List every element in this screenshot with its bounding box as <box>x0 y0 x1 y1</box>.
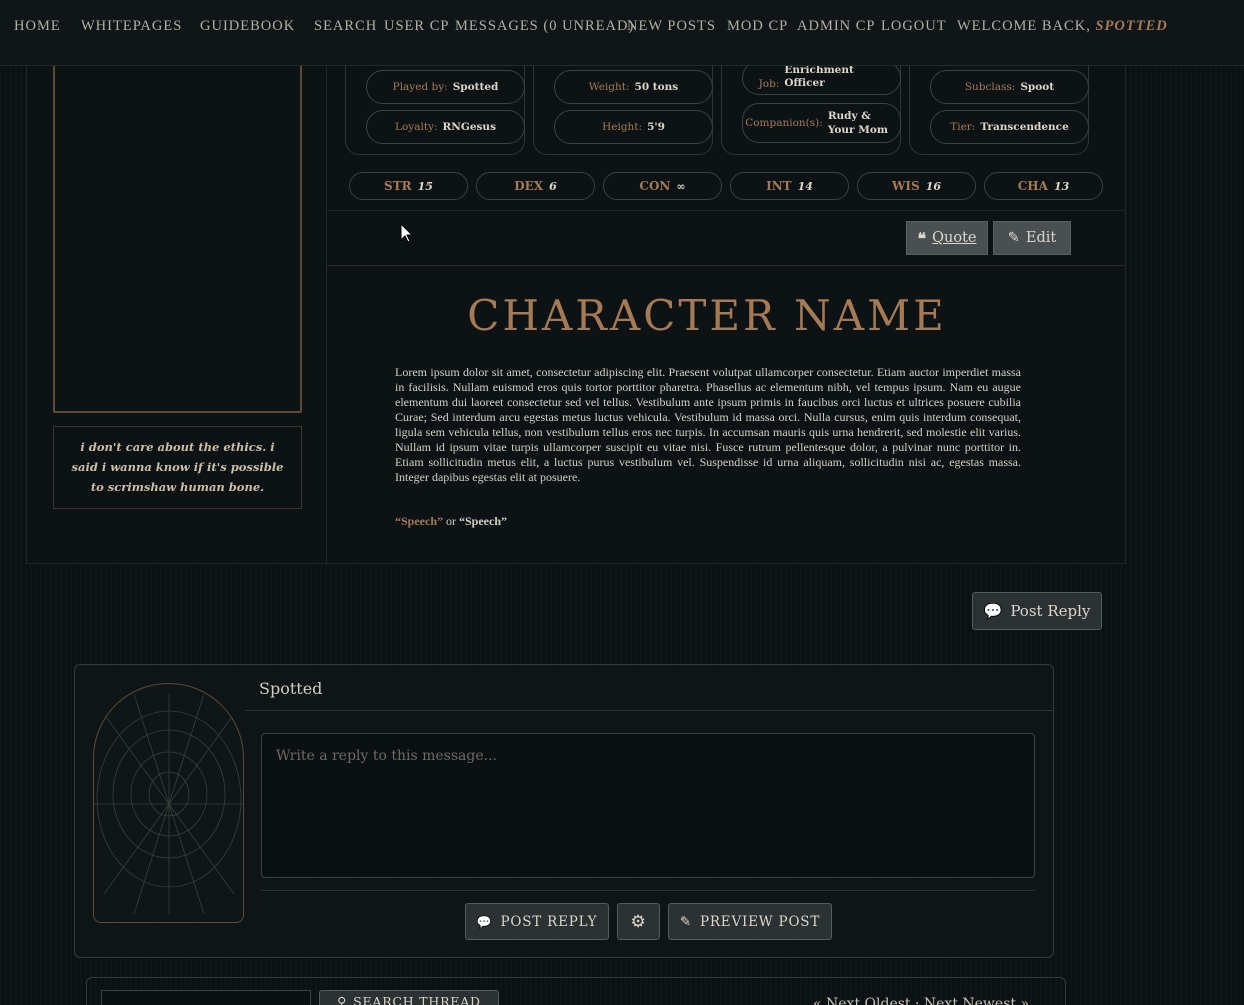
ability-name: WIS <box>891 179 920 193</box>
stat-value: Rudy & Your Mom <box>827 110 888 136</box>
nav-home[interactable]: Home <box>14 18 61 35</box>
ability-value: 6 <box>549 179 557 193</box>
nav-guidebook[interactable]: Guidebook <box>200 18 295 35</box>
welcome-label: Welcome back, <box>957 18 1091 34</box>
post-content-column: Played by: Spotted Loyalty: RNGesus Weight… <box>327 41 1125 565</box>
ability-con: CON ∞ <box>603 172 722 200</box>
speech-sample-2: “Speech” <box>459 514 507 528</box>
ability-dex: DEX 6 <box>476 172 595 200</box>
preview-post-label: Preview Post <box>699 913 821 930</box>
stat-value: Spotted <box>452 81 499 93</box>
stat-value: Transcendence <box>980 121 1069 133</box>
post-toolbar: ❝ Quote ✎ Edit <box>327 210 1125 266</box>
stat-value: RNGesus <box>442 121 496 133</box>
stat-subclass: Subclass: Spoot <box>930 70 1089 104</box>
pencil-icon: ✎ <box>679 913 692 930</box>
reply-textarea[interactable]: Write a reply to this message... <box>261 733 1035 878</box>
pencil-icon: ✎ <box>1007 230 1020 246</box>
stat-value: 5'9 <box>647 121 665 133</box>
ability-name: INT <box>766 179 792 193</box>
stat-loyalty: Loyalty: RNGesus <box>366 110 525 144</box>
speech-sample: “Speech” or “Speech” <box>395 514 507 529</box>
post-reply-submit-button[interactable]: 💬 Post Reply <box>465 903 609 940</box>
nav-user-cp[interactable]: User CP <box>384 18 449 35</box>
quick-reply-box: Spotted Write a reply to this message...… <box>74 664 1054 958</box>
post-reply-button[interactable]: 💬 Post Reply <box>972 592 1102 630</box>
post-body-text: Lorem ipsum dolor sit amet, consectetur … <box>395 365 1021 484</box>
speech-bubble-icon: 💬 <box>476 914 493 929</box>
gear-icon: ⚙ <box>630 911 647 932</box>
nav-mod-cp[interactable]: Mod CP <box>727 18 788 35</box>
nav-messages[interactable]: Messages (0 Unread) <box>455 18 634 35</box>
thread-pager[interactable]: « Next Oldest · Next Newest » <box>813 996 1029 1005</box>
welcome-text: Welcome back, Spotted <box>957 18 1168 35</box>
post-reply-submit-label: Post Reply <box>500 913 598 930</box>
nav-logout[interactable]: Logout <box>881 18 947 35</box>
speech-or: or <box>443 514 459 528</box>
stat-value: Spoot <box>1020 81 1055 93</box>
edit-button[interactable]: ✎ Edit <box>993 221 1071 255</box>
nav-new-posts[interactable]: New Posts <box>627 18 716 35</box>
stat-weight: Weight: 50 tons <box>554 70 713 104</box>
spiderweb-icon <box>94 693 243 915</box>
stat-label: Played by: <box>392 81 448 93</box>
stat-label: Weight: <box>588 81 630 93</box>
ability-wis: WIS 16 <box>857 172 976 200</box>
thread-search-input[interactable] <box>101 990 311 1005</box>
stat-job: Job:Setting Enrichment Officer <box>742 61 901 95</box>
character-quote: i don't care about the ethics. i said i … <box>53 426 302 509</box>
divider <box>245 710 1053 711</box>
search-icon: ⚲ <box>337 993 348 1005</box>
stat-label: Job: <box>758 78 780 90</box>
character-portrait-frame <box>53 47 302 413</box>
divider <box>261 890 1035 891</box>
top-navbar: Home Whitepages Guidebook Search User CP… <box>0 0 1244 66</box>
ability-str: STR 15 <box>349 172 468 200</box>
stat-label: Subclass: <box>964 81 1016 93</box>
stat-played-by: Played by: Spotted <box>366 70 525 104</box>
ability-value: ∞ <box>676 179 686 193</box>
nav-search[interactable]: Search <box>314 18 377 35</box>
welcome-username[interactable]: Spotted <box>1095 18 1167 34</box>
quote-button-label: Quote <box>932 230 977 246</box>
quote-button[interactable]: ❝ Quote <box>906 221 988 255</box>
stat-companions: Companion(s): Rudy & Your Mom <box>742 103 901 143</box>
ability-cha: CHA 13 <box>984 172 1103 200</box>
character-name-heading: CHARACTER NAME <box>467 291 947 340</box>
quote-icon: ❝ <box>917 228 927 248</box>
ability-int: INT 14 <box>730 172 849 200</box>
stat-label: Companion(s): <box>745 117 823 129</box>
speech-bubble-icon: 💬 <box>983 602 1003 620</box>
ability-name: DEX <box>514 179 544 193</box>
ability-name: STR <box>384 179 412 193</box>
reply-username: Spotted <box>259 679 323 698</box>
stat-height: Height: 5'9 <box>554 110 713 144</box>
thread-footer-bar: ⚲ Search Thread « Next Oldest · Next Newe… <box>86 977 1066 1005</box>
stat-label: Loyalty: <box>395 121 438 133</box>
stat-tier: Tier: Transcendence <box>930 110 1089 144</box>
post-author-column: i don't care about the ethics. i said i … <box>27 41 327 565</box>
nav-admin-cp[interactable]: Admin CP <box>797 18 876 35</box>
ability-value: 16 <box>925 179 942 193</box>
post-container: i don't care about the ethics. i said i … <box>26 40 1126 565</box>
stat-label: Height: <box>602 121 643 133</box>
stat-value: 50 tons <box>634 81 679 93</box>
search-thread-button[interactable]: ⚲ Search Thread <box>319 990 499 1005</box>
ability-value: 14 <box>797 179 813 193</box>
search-thread-label: Search Thread <box>353 993 481 1005</box>
ability-value: 13 <box>1053 179 1070 193</box>
mouse-cursor-icon <box>400 223 414 243</box>
post-reply-label: Post Reply <box>1010 602 1091 620</box>
speech-sample-1: “Speech” <box>395 514 443 528</box>
preview-post-button[interactable]: ✎ Preview Post <box>668 903 832 940</box>
nav-whitepages[interactable]: Whitepages <box>81 18 182 35</box>
settings-button[interactable]: ⚙ <box>617 903 660 940</box>
stat-label: Tier: <box>950 121 976 133</box>
ability-name: CON <box>639 179 671 193</box>
ability-name: CHA <box>1017 179 1048 193</box>
ability-value: 15 <box>417 179 433 193</box>
reply-avatar <box>93 683 244 923</box>
edit-button-label: Edit <box>1025 230 1057 246</box>
